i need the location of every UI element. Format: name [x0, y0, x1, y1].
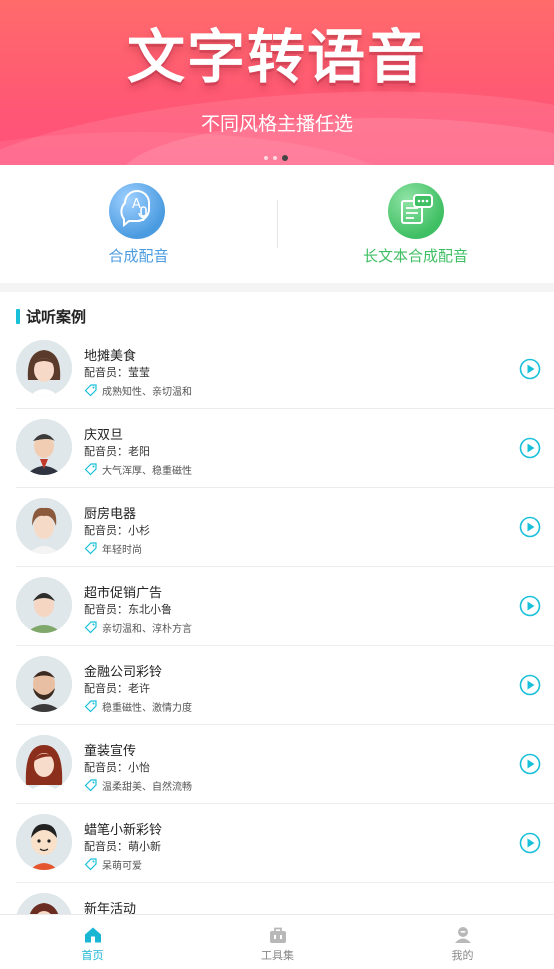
- sample-tags-text: 年轻时尚: [102, 545, 142, 556]
- long-text-icon: [388, 183, 444, 239]
- avatar: [16, 577, 72, 633]
- sample-voice-actor: 配音员：小杉: [84, 524, 150, 537]
- section-accent-bar: [16, 309, 20, 324]
- voice-synthesis-icon: A: [109, 183, 165, 239]
- play-icon[interactable]: [519, 832, 541, 854]
- bottom-tab-bar: 首页 工具集 我的: [0, 914, 554, 969]
- tag-icon: [84, 463, 97, 476]
- sample-voice-actor: 配音员：东北小鲁: [84, 603, 172, 616]
- tag-icon: [84, 700, 97, 713]
- tag-icon: [84, 621, 97, 634]
- tab-profile-label: 我的: [451, 949, 474, 962]
- avatar: [16, 814, 72, 870]
- sample-title: 超市促销广告: [84, 586, 163, 601]
- avatar: [16, 656, 72, 712]
- list-item[interactable]: 地摊美食 配音员：莹莹 成熟知性、亲切温和: [0, 330, 554, 409]
- tab-home[interactable]: 首页: [0, 915, 185, 969]
- tab-tools[interactable]: 工具集: [185, 915, 370, 969]
- avatar: [16, 735, 72, 791]
- carousel-dot[interactable]: [264, 156, 268, 160]
- sample-voice-actor: 配音员：小怡: [84, 761, 150, 774]
- app-screen: 文字转语音 不同风格主播任选 A 合成配音 长文本合成配音 试听案例 地摊美食 …: [0, 0, 554, 969]
- play-icon[interactable]: [519, 358, 541, 380]
- sample-voice-actor: 配音员：老许: [84, 682, 150, 695]
- carousel-indicator: [264, 154, 294, 162]
- tab-home-label: 首页: [81, 949, 104, 962]
- sample-title: 厨房电器: [84, 507, 137, 522]
- sample-tags-text: 成熟知性、亲切温和: [102, 387, 192, 398]
- avatar: [16, 419, 72, 475]
- long-text-synthesis-label: 长文本合成配音: [362, 247, 468, 265]
- carousel-dot-active[interactable]: [282, 155, 288, 161]
- sample-tags-text: 亲切温和、淳朴方言: [102, 624, 192, 635]
- sample-title: 童装宣传: [84, 744, 137, 759]
- sample-tags-text: 大气浑厚、稳重磁性: [102, 466, 192, 477]
- sample-tags-text: 稳重磁性、激情力度: [102, 703, 192, 714]
- tag-icon: [84, 542, 97, 555]
- list-item[interactable]: 童装宣传 配音员：小怡 温柔甜美、自然流畅: [0, 725, 554, 804]
- long-text-synthesis-button[interactable]: 长文本合成配音: [277, 165, 554, 283]
- section-gap: [0, 283, 554, 292]
- tab-profile[interactable]: 我的: [370, 915, 554, 969]
- play-icon[interactable]: [519, 595, 541, 617]
- sample-tags-text: 温柔甜美、自然流畅: [102, 782, 192, 793]
- home-icon: [85, 927, 101, 943]
- profile-icon: [455, 927, 471, 943]
- tag-icon: [84, 858, 97, 871]
- section-title: 试听案例: [26, 308, 87, 326]
- sample-title: 地摊美食: [84, 349, 137, 364]
- list-item[interactable]: 厨房电器 配音员：小杉 年轻时尚: [0, 488, 554, 567]
- list-item[interactable]: 庆双旦 配音员：老阳 大气浑厚、稳重磁性: [0, 409, 554, 488]
- avatar: [16, 498, 72, 554]
- list-item[interactable]: 超市促销广告 配音员：东北小鲁 亲切温和、淳朴方言: [0, 567, 554, 646]
- play-icon[interactable]: [519, 516, 541, 538]
- list-item[interactable]: 金融公司彩铃 配音员：老许 稳重磁性、激情力度: [0, 646, 554, 725]
- banner-title: 文字转语音: [126, 23, 427, 91]
- tag-icon: [84, 384, 97, 397]
- sample-tags-text: 呆萌可爱: [102, 861, 142, 872]
- tag-icon: [84, 779, 97, 792]
- play-icon[interactable]: [519, 674, 541, 696]
- sample-voice-actor: 配音员：莹莹: [84, 366, 150, 379]
- sample-voice-actor: 配音员：老阳: [84, 445, 150, 458]
- avatar: [16, 340, 72, 396]
- play-icon[interactable]: [519, 437, 541, 459]
- sample-title: 金融公司彩铃: [84, 665, 163, 680]
- toolbox-icon: [270, 927, 286, 943]
- synthesize-voice-label: 合成配音: [108, 247, 169, 265]
- list-item[interactable]: 蜡笔小新彩铃 配音员：萌小新 呆萌可爱: [0, 804, 554, 883]
- sample-voice-actor: 配音员：萌小新: [84, 840, 161, 853]
- tab-tools-label: 工具集: [261, 949, 294, 962]
- svg-text:A: A: [132, 197, 141, 212]
- banner-subtitle: 不同风格主播任选: [200, 113, 353, 135]
- play-icon[interactable]: [519, 753, 541, 775]
- sample-title: 庆双旦: [84, 428, 124, 443]
- sample-title: 蜡笔小新彩铃: [84, 823, 163, 838]
- synthesize-voice-button[interactable]: A 合成配音: [0, 165, 277, 283]
- promo-banner[interactable]: 文字转语音 不同风格主播任选: [0, 0, 554, 165]
- carousel-dot[interactable]: [273, 156, 277, 160]
- action-divider: [277, 200, 278, 248]
